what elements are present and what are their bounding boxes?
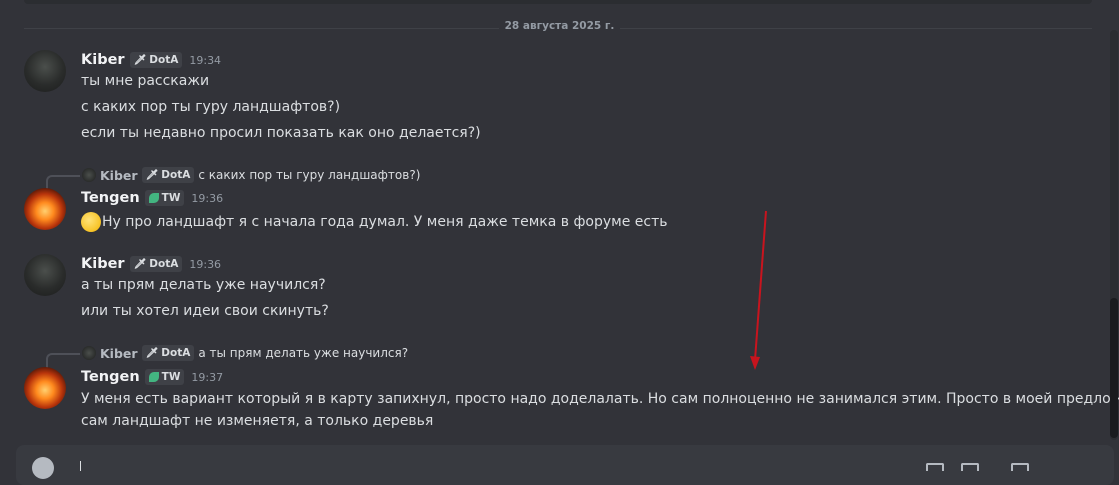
- message-text: Ну про ландшафт я с начала года думал. У…: [81, 212, 668, 232]
- gift-icon[interactable]: [926, 463, 944, 471]
- sword-icon: 🗡: [145, 169, 159, 181]
- add-attachment-icon[interactable]: [32, 457, 54, 479]
- emoji-picker-icon[interactable]: [1011, 463, 1029, 471]
- author-name[interactable]: Kiber: [81, 52, 125, 68]
- avatar: [82, 168, 96, 182]
- text-caret: [80, 461, 81, 471]
- message-text: ты мне расскажи: [81, 73, 210, 89]
- message-text: а ты прям делать уже научился?: [81, 277, 326, 293]
- sword-icon: 🗡: [145, 347, 159, 359]
- author-name[interactable]: Kiber: [81, 256, 125, 272]
- reply-author: Kiber: [100, 167, 138, 183]
- guild-tag[interactable]: TW: [144, 369, 185, 385]
- author-name[interactable]: Tengen: [81, 190, 140, 206]
- avatar[interactable]: [24, 367, 66, 409]
- avatar[interactable]: [24, 254, 66, 296]
- timestamp[interactable]: 19:37: [191, 371, 223, 384]
- timestamp[interactable]: 19:34: [189, 54, 221, 67]
- reply-text: с каких пор ты гуру ландшафтов?): [198, 168, 421, 182]
- message-composer[interactable]: [16, 445, 1114, 485]
- avatar: [82, 346, 96, 360]
- sword-icon: 🗡: [133, 54, 147, 66]
- author-name[interactable]: Tengen: [81, 369, 140, 385]
- guild-tag[interactable]: 🗡 DotA: [129, 256, 183, 272]
- message-text: У меня есть вариант который я в карту за…: [81, 391, 1119, 407]
- timestamp[interactable]: 19:36: [189, 258, 221, 271]
- leaf-icon: [148, 372, 159, 382]
- scrollbar[interactable]: [1110, 30, 1118, 440]
- reply-author: Kiber: [100, 345, 138, 361]
- leaf-icon: [148, 193, 159, 203]
- timestamp[interactable]: 19:36: [191, 192, 223, 205]
- guild-tag[interactable]: TW: [144, 190, 185, 206]
- message-text: с каких пор ты гуру ландшафтов?): [81, 99, 341, 115]
- guild-tag: 🗡 DotA: [141, 345, 195, 361]
- scrollbar-thumb[interactable]: [1110, 298, 1118, 438]
- message-text: если ты недавно просил показать как оно …: [81, 125, 481, 141]
- guild-tag[interactable]: 🗡 DotA: [129, 52, 183, 68]
- message-text: или ты хотел идеи свои скинуть?: [81, 303, 329, 319]
- sword-icon: 🗡: [133, 258, 147, 270]
- avatar[interactable]: [24, 188, 66, 230]
- message-text: сам ландшафт не изменяетя, а только дере…: [81, 413, 434, 429]
- reply-reference[interactable]: Kiber 🗡 DotA а ты прям делать уже научилс…: [46, 345, 446, 369]
- reply-reference[interactable]: Kiber 🗡 DotA с каких пор ты гуру ландшафт…: [46, 167, 446, 191]
- date-divider: 28 августа 2025 г.: [0, 20, 1119, 32]
- grinning-sweat-emoji: [81, 212, 101, 232]
- reply-text: а ты прям делать уже научился?: [198, 346, 409, 360]
- reply-spine: [46, 353, 80, 369]
- top-bar: [24, 0, 1092, 4]
- avatar[interactable]: [24, 50, 66, 92]
- guild-tag: 🗡 DotA: [141, 167, 195, 183]
- gif-icon[interactable]: [961, 463, 979, 471]
